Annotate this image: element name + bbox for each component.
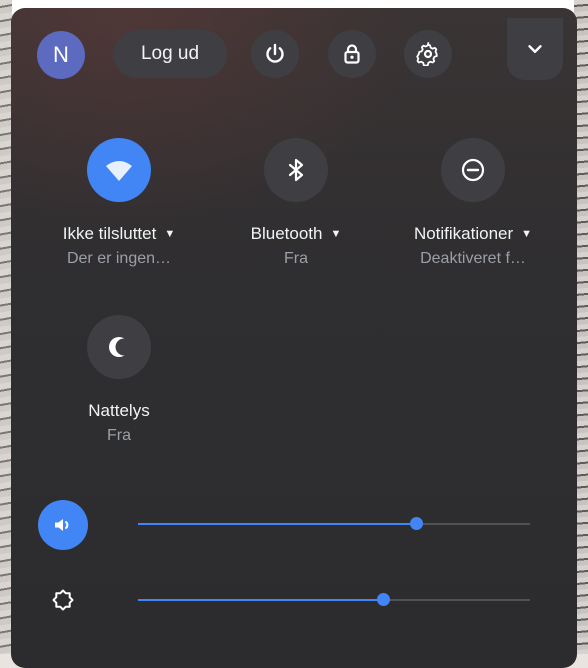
- bluetooth-toggle[interactable]: [264, 138, 328, 202]
- caret-down-icon: ▼: [164, 228, 176, 240]
- wifi-label-row[interactable]: Ikke tilsluttet ▼: [29, 224, 209, 244]
- night-light-toggle[interactable]: [87, 315, 151, 379]
- bluetooth-icon: [288, 158, 304, 182]
- tile-bluetooth[interactable]: Bluetooth ▼ Fra: [206, 138, 386, 268]
- tile-wifi[interactable]: Ikke tilsluttet ▼ Der er ingen…: [29, 138, 209, 268]
- bluetooth-label-row[interactable]: Bluetooth ▼: [206, 224, 386, 244]
- avatar[interactable]: N: [37, 31, 85, 79]
- brightness-slider-thumb[interactable]: [377, 593, 390, 606]
- volume-icon: [55, 519, 69, 531]
- lock-button[interactable]: [328, 30, 376, 78]
- night-light-label-row[interactable]: Nattelys: [29, 401, 209, 421]
- night-light-icon: [109, 337, 133, 357]
- brightness-slider[interactable]: [138, 593, 530, 606]
- brightness-icon: [52, 589, 74, 611]
- notifications-toggle[interactable]: [441, 138, 505, 202]
- lock-icon: [344, 44, 360, 64]
- bluetooth-label: Bluetooth: [250, 224, 323, 243]
- notifications-label-row[interactable]: Notifikationer ▼: [383, 224, 563, 244]
- night-light-status: Fra: [107, 427, 131, 444]
- bluetooth-status: Fra: [284, 250, 308, 267]
- power-icon: [266, 43, 284, 63]
- chevron-down-icon: [528, 45, 542, 53]
- wifi-label: Ikke tilsluttet: [62, 224, 157, 243]
- gear-icon: [416, 42, 438, 66]
- volume-slider-fill: [138, 523, 417, 525]
- caret-down-icon: ▼: [330, 228, 342, 240]
- do-not-disturb-icon: [461, 158, 485, 182]
- volume-slider-thumb[interactable]: [410, 517, 424, 530]
- tile-night-light[interactable]: Nattelys Fra: [29, 315, 209, 445]
- wifi-icon: [106, 161, 132, 181]
- volume-mute-button[interactable]: [38, 500, 88, 550]
- quick-settings-panel: N Log ud Ikke tilsluttet ▼ Der er ingen……: [11, 8, 577, 668]
- volume-slider[interactable]: [138, 517, 530, 530]
- brightness-button: [38, 575, 88, 625]
- wifi-toggle[interactable]: [87, 138, 151, 202]
- caret-down-icon: ▼: [521, 228, 533, 240]
- notifications-status: Deaktiveret f…: [420, 250, 526, 267]
- logout-button[interactable]: Log ud: [113, 30, 227, 78]
- settings-button[interactable]: [404, 30, 452, 78]
- notifications-label: Notifikationer: [413, 224, 514, 243]
- logout-label: Log ud: [140, 43, 200, 64]
- tile-notifications[interactable]: Notifikationer ▼ Deaktiveret f…: [383, 138, 563, 268]
- power-button[interactable]: [251, 30, 299, 78]
- night-light-label: Nattelys: [88, 401, 150, 420]
- brightness-slider-fill: [138, 599, 383, 601]
- wifi-status: Der er ingen…: [66, 250, 172, 267]
- collapse-button[interactable]: [507, 18, 563, 80]
- avatar-initial: N: [53, 42, 69, 67]
